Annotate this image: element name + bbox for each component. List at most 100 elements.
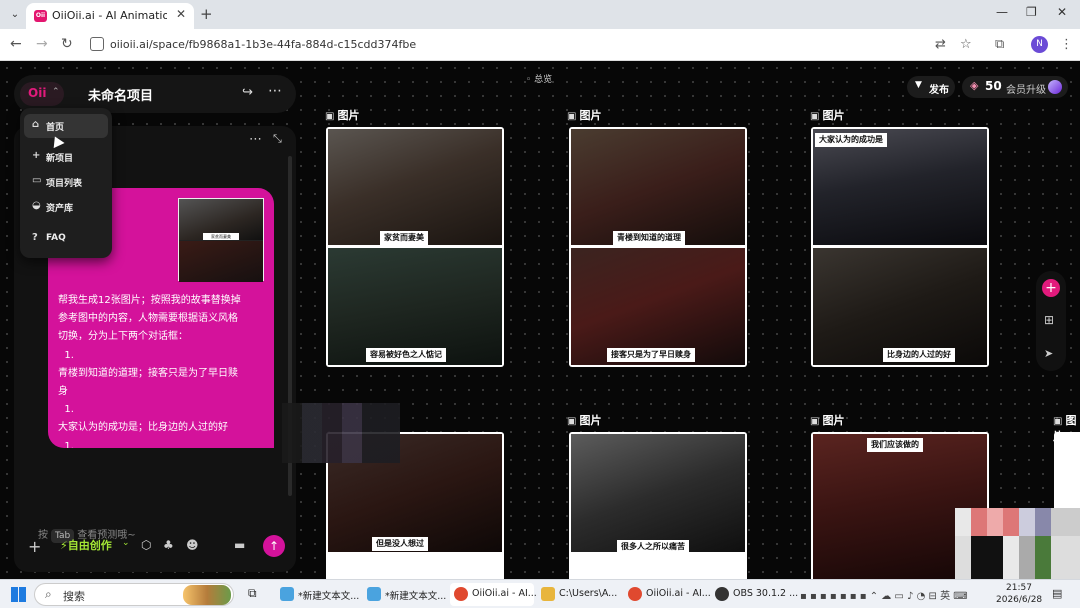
chevron-down-icon[interactable]: ⌄ [122,538,130,548]
mode-selector[interactable]: ⚡自由创作 [60,537,112,553]
panel-caption: 容易被好色之人惦记 [366,348,446,362]
image-panel[interactable] [571,434,745,552]
reload-icon[interactable]: ↻ [61,36,73,52]
chevron-up-icon: ⌃ [52,87,60,97]
taskbar-app[interactable]: *新建文本文... [363,583,447,606]
card-header: ▣图片 [810,414,845,427]
project-title[interactable]: 未命名项目 [88,85,153,104]
overview-label[interactable]: ◦ 总览 [526,72,552,85]
cube-icon[interactable]: ⬡ [141,538,151,552]
face-icon[interactable]: ☻ [186,538,199,552]
reference-image-thumbnail[interactable]: 家贫而妻美 [178,198,264,282]
system-tray[interactable]: ▪ ▪ ▪ ▪ ▪ ▪ ▪ ⌃ ☁ ▭ ♪ ◔ ⊟ 英 ⌨ [800,587,968,602]
message-text: 帮我生成12张图片；按照我的故事替换掉 参考图中的内容，人物需要根据语义风格 切… [58,292,266,448]
credits-count: 50 [985,79,1002,93]
add-icon[interactable]: + [1042,279,1060,297]
model-icon[interactable]: ▬ [234,538,245,552]
menu-item-label: FAQ [46,233,66,243]
url-field[interactable]: oiioii.ai/space/fb9868a1-1b3e-44fa-884d-… [110,38,416,51]
publish-button[interactable]: ▼ 发布 [907,76,955,98]
tray-icons[interactable]: ▪ ▪ ▪ ▪ ▪ ▪ ▪ ⌃ ☁ ▭ ♪ ◔ ⊟ [800,591,940,602]
send-button[interactable]: ↑ [263,535,285,557]
app-canvas: Oii ⌃ 未命名项目 ↪ ⋯ ⋯ ⤡ 家贫而妻美 帮我生成12张图片；按照我的… [0,61,1080,579]
panel-caption: 比身边的人过的好 [883,348,955,362]
share-icon[interactable]: ↪ [242,85,253,100]
bookmark-star-icon[interactable]: ☆ [960,37,972,52]
image-card[interactable]: 大家认为的成功是 比身边的人过的好 [811,127,989,367]
clock[interactable]: 21:57 2026/6/28 [996,582,1042,606]
favicon-icon: Oii [34,10,47,22]
tab-search-icon[interactable]: ⌄ [6,6,24,24]
user-avatar[interactable] [1048,80,1062,94]
grid-icon[interactable]: ⊞ [1044,313,1054,327]
taskbar-app[interactable]: C:\Users\A... [537,583,621,606]
notification-icon[interactable]: ▤ [1052,587,1062,600]
notepad-icon [367,587,381,601]
menu-item-project-list[interactable]: ▭ 项目列表 [24,170,108,194]
upgrade-label: 会员升级 [1006,85,1046,96]
logo-menu-button[interactable]: Oii ⌃ [20,82,64,106]
keyboard-icon[interactable]: ⌨ [950,591,967,602]
asset-icon: ◒ [32,200,41,211]
tab-title: OiiOii.ai - AI Animation agen [52,9,167,22]
pointer-icon[interactable]: ➤ [1044,347,1053,360]
image-icon: ▣ [810,416,820,427]
image-card[interactable]: 青楼到知道的道理 接客只是为了早日赎身 [569,127,747,367]
menu-item-label: 首页 [46,123,65,133]
image-panel[interactable] [328,129,502,245]
site-info-icon[interactable] [90,37,104,51]
image-icon: ▣ [567,416,577,427]
chrome-icon [454,587,468,601]
character-icon[interactable]: ♣ [163,538,174,552]
collapse-icon[interactable]: ⤡ [273,132,282,146]
taskbar-search[interactable]: ⌕ 搜索 [34,583,234,606]
clock-time: 21:57 [1006,583,1032,593]
image-icon: ▣ [325,111,335,122]
taskbar-app[interactable]: OiiOii.ai - AI... [624,583,711,606]
menu-item-home[interactable]: ⌂ 首页 [24,114,108,138]
folder-icon [541,587,555,601]
card-header: ▣图片 [325,109,360,122]
chat-more-icon[interactable]: ⋯ [249,132,262,147]
browser-tab-bar: ⌄ Oii OiiOii.ai - AI Animation agen ✕ + … [0,0,1080,29]
attach-plus-icon[interactable]: + [28,537,41,556]
image-card[interactable]: 很多人之所以痛苦 [569,432,747,579]
panel-caption: 青楼到知道的道理 [613,231,685,245]
minimize-icon[interactable]: — [996,5,1008,19]
taskbar-app[interactable]: OiiOii.ai - AI... [450,583,537,606]
menu-item-faq[interactable]: ? FAQ [24,227,108,251]
publish-label: 发布 [929,85,949,96]
back-icon[interactable]: ← [10,36,22,52]
menu-item-assets[interactable]: ◒ 资产库 [24,195,108,219]
taskbar: ⌕ 搜索 ⧉ *新建文本文... *新建文本文... OiiOii.ai - A… [0,579,1080,608]
browser-tab[interactable]: Oii OiiOii.ai - AI Animation agen ✕ [26,3,194,29]
windows-start-icon[interactable] [11,587,26,602]
search-highlight-image [183,585,231,605]
browser-menu-icon[interactable]: ⋮ [1060,37,1073,52]
close-window-icon[interactable]: ✕ [1057,5,1067,19]
forward-icon[interactable]: → [36,36,48,52]
profile-avatar[interactable]: N [1031,36,1048,53]
taskbar-app[interactable]: OBS 30.1.2 ... [711,583,798,606]
task-view-icon[interactable]: ⧉ [244,583,266,606]
image-icon: ▣ [1053,416,1063,427]
home-icon: ⌂ [32,119,40,130]
credits-badge[interactable]: ◈ 50 会员升级 [962,76,1068,98]
extensions-icon[interactable]: ⧉ [995,37,1004,52]
image-panel[interactable] [571,129,745,245]
image-card[interactable]: 家贫而妻美 容易被好色之人惦记 [326,127,504,367]
ime-indicator[interactable]: 英 [940,591,950,602]
notepad-icon [280,587,294,601]
message-line: 1. [58,440,74,448]
more-icon[interactable]: ⋯ [268,83,282,99]
taskbar-app[interactable]: *新建文本文... [276,583,360,606]
menu-item-new-project[interactable]: + 新项目 [24,145,108,169]
restore-icon[interactable]: ❐ [1026,5,1037,19]
menu-item-label: 项目列表 [46,179,83,189]
new-tab-icon[interactable]: + [200,5,213,23]
menu-item-label: 新项目 [46,154,74,164]
tab-close-icon[interactable]: ✕ [176,7,186,21]
translate-icon[interactable]: ⇄ [935,37,946,52]
panel-caption: 但是没人想过 [372,537,428,551]
canvas-toolbar: + ⊞ ➤ [1036,271,1066,371]
